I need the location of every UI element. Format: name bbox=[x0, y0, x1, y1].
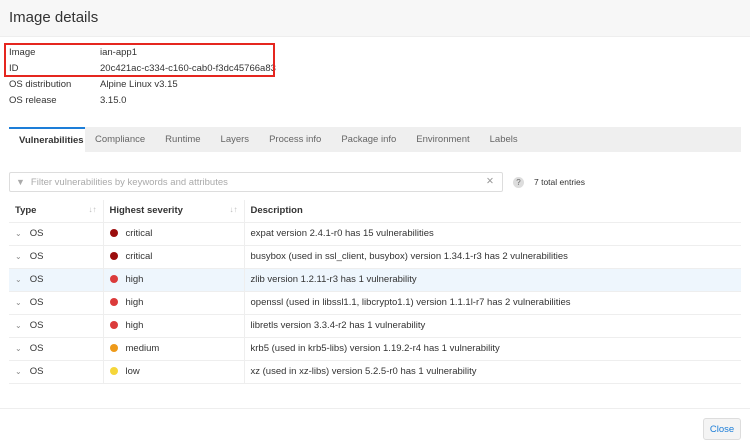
info-label: OS distribution bbox=[9, 79, 72, 90]
tab-bar: Vulnerabilities Compliance Runtime Layers Pr… bbox=[9, 127, 741, 152]
severity-value: critical bbox=[125, 251, 153, 262]
description-cell: openssl (used in libssl1.1, libcrypto1.1… bbox=[243, 291, 741, 315]
tab-environment[interactable]: Environment bbox=[406, 127, 479, 152]
severity-cell: high bbox=[102, 268, 244, 292]
description-cell: krb5 (used in krb5-libs) version 1.19.2-… bbox=[243, 337, 741, 361]
severity-dot-icon bbox=[109, 367, 118, 375]
column-label: Description bbox=[250, 205, 303, 217]
table-row[interactable]: ⌄ OS high libretls version 3.3.4-r2 has 1… bbox=[9, 314, 741, 338]
type-value: OS bbox=[29, 274, 44, 285]
description-cell: xz (used in xz-libs) version 5.2.5-r0 ha… bbox=[243, 360, 741, 384]
severity-cell: critical bbox=[102, 245, 244, 269]
severity-value: high bbox=[125, 297, 144, 308]
filter-placeholder: Filter vulnerabilities by keywords and a… bbox=[30, 176, 228, 188]
type-value: OS bbox=[29, 251, 44, 262]
column-header-description: Description bbox=[243, 200, 741, 223]
tab-layers[interactable]: Layers bbox=[211, 127, 260, 152]
type-cell: ⌄ OS bbox=[9, 291, 103, 315]
help-icon[interactable]: ? bbox=[513, 177, 524, 188]
type-cell: ⌄ OS bbox=[9, 268, 103, 292]
severity-dot-icon bbox=[109, 252, 118, 260]
tab-vulnerabilities[interactable]: Vulnerabilities bbox=[9, 127, 85, 152]
info-value: Alpine Linux v3.15 bbox=[100, 79, 178, 90]
severity-value: critical bbox=[125, 228, 153, 239]
vulnerabilities-table: Type ↓↑ Highest severity ↓↑ Description ⌄ O… bbox=[9, 200, 741, 384]
info-row: OS release 3.15.0 bbox=[9, 93, 276, 109]
chevron-down-icon[interactable]: ⌄ bbox=[15, 344, 22, 353]
filter-icon: ▼ bbox=[16, 177, 25, 187]
severity-dot-icon bbox=[109, 344, 118, 352]
tab-runtime[interactable]: Runtime bbox=[155, 127, 210, 152]
type-cell: ⌄ OS bbox=[9, 222, 103, 246]
chevron-down-icon[interactable]: ⌄ bbox=[15, 321, 22, 330]
table-row[interactable]: ⌄ OS critical expat version 2.4.1-r0 has … bbox=[9, 222, 741, 246]
table-row[interactable]: ⌄ OS high zlib version 1.2.11-r3 has 1 vu… bbox=[9, 268, 741, 292]
type-cell: ⌄ OS bbox=[9, 337, 103, 361]
tab-process-info[interactable]: Process info bbox=[259, 127, 331, 152]
type-cell: ⌄ OS bbox=[9, 245, 103, 269]
severity-value: low bbox=[125, 366, 140, 377]
severity-cell: high bbox=[102, 291, 244, 315]
tab-labels[interactable]: Labels bbox=[480, 127, 528, 152]
description-cell: expat version 2.4.1-r0 has 15 vulnerabil… bbox=[243, 222, 741, 246]
table-row[interactable]: ⌄ OS medium krb5 (used in krb5-libs) vers… bbox=[9, 337, 741, 361]
modal-header: Image details bbox=[0, 0, 750, 37]
severity-cell: critical bbox=[102, 222, 244, 246]
type-cell: ⌄ OS bbox=[9, 360, 103, 384]
type-value: OS bbox=[29, 343, 44, 354]
severity-dot-icon bbox=[109, 298, 118, 306]
sort-icon[interactable]: ↓↑ bbox=[89, 205, 97, 214]
chevron-down-icon[interactable]: ⌄ bbox=[15, 252, 22, 261]
severity-value: medium bbox=[125, 343, 160, 354]
chevron-down-icon[interactable]: ⌄ bbox=[15, 275, 22, 284]
description-cell: libretls version 3.3.4-r2 has 1 vulnerab… bbox=[243, 314, 741, 338]
severity-value: high bbox=[125, 320, 144, 331]
close-button[interactable]: Close bbox=[703, 418, 741, 440]
column-header-type[interactable]: Type ↓↑ bbox=[9, 200, 103, 223]
column-label: Highest severity bbox=[109, 205, 183, 217]
chevron-down-icon[interactable]: ⌄ bbox=[15, 298, 22, 307]
type-value: OS bbox=[29, 297, 44, 308]
clear-icon[interactable]: ✕ bbox=[486, 176, 494, 187]
info-row: OS distribution Alpine Linux v3.15 bbox=[9, 77, 276, 93]
severity-dot-icon bbox=[109, 229, 118, 237]
filter-input[interactable]: ▼ Filter vulnerabilities by keywords and… bbox=[9, 172, 503, 192]
table-row[interactable]: ⌄ OS low xz (used in xz-libs) version 5.2… bbox=[9, 360, 741, 384]
info-value: 3.15.0 bbox=[100, 95, 127, 106]
tab-compliance[interactable]: Compliance bbox=[85, 127, 155, 152]
column-header-severity[interactable]: Highest severity ↓↑ bbox=[102, 200, 244, 223]
tab-package-info[interactable]: Package info bbox=[331, 127, 406, 152]
sort-icon[interactable]: ↓↑ bbox=[230, 205, 238, 214]
table-row[interactable]: ⌄ OS critical busybox (used in ssl_client… bbox=[9, 245, 741, 269]
severity-dot-icon bbox=[109, 321, 118, 329]
description-cell: busybox (used in ssl_client, busybox) ve… bbox=[243, 245, 741, 269]
severity-dot-icon bbox=[109, 275, 118, 283]
type-value: OS bbox=[29, 320, 44, 331]
highlight-box bbox=[4, 43, 275, 77]
column-label: Type bbox=[15, 205, 37, 217]
modal-title: Image details bbox=[9, 9, 99, 26]
severity-cell: low bbox=[102, 360, 244, 384]
severity-value: high bbox=[125, 274, 144, 285]
table-row[interactable]: ⌄ OS high openssl (used in libssl1.1, lib… bbox=[9, 291, 741, 315]
severity-cell: high bbox=[102, 314, 244, 338]
chevron-down-icon[interactable]: ⌄ bbox=[15, 367, 22, 376]
type-value: OS bbox=[29, 366, 44, 377]
type-value: OS bbox=[29, 228, 44, 239]
info-label: OS release bbox=[9, 95, 57, 106]
chevron-down-icon[interactable]: ⌄ bbox=[15, 229, 22, 238]
severity-cell: medium bbox=[102, 337, 244, 361]
description-cell: zlib version 1.2.11-r3 has 1 vulnerabili… bbox=[243, 268, 741, 292]
total-entries: 7 total entries bbox=[534, 177, 586, 187]
type-cell: ⌄ OS bbox=[9, 314, 103, 338]
modal-footer bbox=[0, 408, 750, 409]
